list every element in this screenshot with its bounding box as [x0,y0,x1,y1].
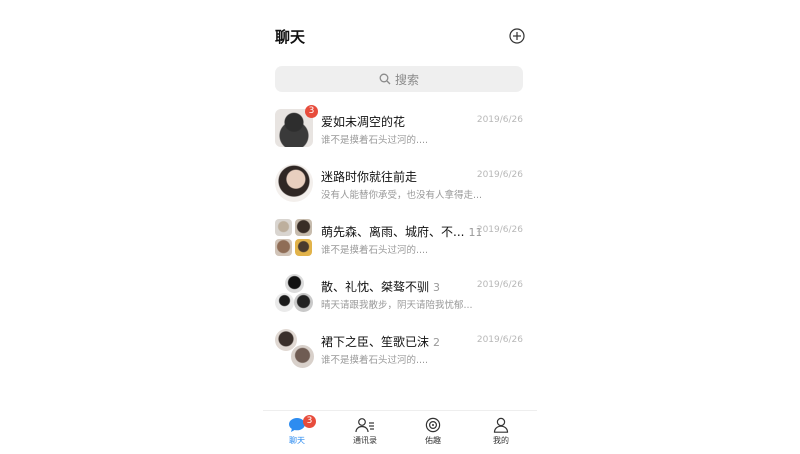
group-avatar [275,329,315,369]
chat-time: 2019/6/26 [476,225,523,235]
unread-badge: 3 [305,105,318,118]
chat-item[interactable]: 萌先森、离雨、城府、不... 11 谁不是摸着石头过河的.... 2019/6/2… [263,213,537,268]
avatar [275,164,313,202]
member-avatar [294,293,313,312]
search-icon [379,73,391,85]
member-avatar [290,344,315,369]
chat-list: 3 爱如未凋空的花 谁不是摸着石头过河的.... 2019/6/26 迷路时你就… [263,103,537,378]
tab-label: 佑趣 [425,436,441,445]
chat-time: 2019/6/26 [476,335,523,345]
tab-bar: 聊天 3 通讯录 佑趣 我的 [263,410,537,454]
chat-name: 裙下之臣、笙歌已沫 2 [321,333,440,350]
contacts-icon [355,418,374,433]
chat-time: 2019/6/26 [476,170,523,180]
chat-preview: 谁不是摸着石头过河的.... [321,135,429,146]
member-avatar [285,274,304,293]
tab-label: 我的 [493,436,509,445]
chat-item[interactable]: 裙下之臣、笙歌已沫 2 谁不是摸着石头过河的.... 2019/6/26 [263,323,537,378]
discover-icon [425,417,441,433]
tab-badge: 3 [303,415,316,428]
member-avatar [275,219,292,236]
group-avatar [275,274,313,312]
chat-name-text: 萌先森、离雨、城府、不... [321,225,465,239]
group-avatar [275,219,313,257]
chat-preview: 晴天请跟我散步，阴天请陪我忧郁... [321,300,473,311]
chat-name: 爱如未凋空的花 [321,115,406,129]
member-avatar [275,239,292,256]
chat-name-text: 裙下之臣、笙歌已沫 [321,335,430,349]
chat-time: 2019/6/26 [476,280,523,290]
chat-preview: 谁不是摸着石头过河的.... [321,355,429,366]
tab-profile[interactable]: 我的 [471,417,531,446]
chat-item[interactable]: 散、礼忱、桀骜不驯 3 晴天请跟我散步，阴天请陪我忧郁... 2019/6/26 [263,268,537,323]
chat-item[interactable]: 3 爱如未凋空的花 谁不是摸着石头过河的.... 2019/6/26 [263,103,537,158]
tab-chat[interactable]: 聊天 3 [267,415,327,446]
member-count: 2 [433,336,441,349]
search-bar[interactable]: 搜索 [275,66,523,92]
tab-discover[interactable]: 佑趣 [403,417,463,446]
chat-preview: 没有人能替你承受，也没有人拿得走... [321,190,481,201]
chat-name-text: 散、礼忱、桀骜不驯 [321,280,430,294]
chat-screen: 聊天 搜索 3 爱如未凋空的花 谁不是摸着石头过河的.... 2019/6/26… [263,0,537,453]
chat-item[interactable]: 迷路时你就往前走 没有人能替你承受，也没有人拿得走... 2019/6/26 [263,158,537,213]
search-label: 搜索 [394,72,419,87]
profile-icon [493,417,509,433]
chat-name: 萌先森、离雨、城府、不... 11 [321,223,481,240]
tab-contacts[interactable]: 通讯录 [335,417,395,446]
tab-label: 聊天 [289,436,305,445]
header: 聊天 [275,24,525,50]
chat-name: 散、礼忱、桀骜不驯 3 [321,278,440,295]
member-avatar [295,219,312,236]
plus-circle-icon[interactable] [509,28,525,44]
chat-time: 2019/6/26 [476,115,523,125]
chat-name: 迷路时你就往前走 [321,170,418,184]
member-avatar [275,293,294,312]
chat-preview: 谁不是摸着石头过河的.... [321,245,429,256]
member-count: 3 [433,281,441,294]
tab-label: 通讯录 [353,436,377,445]
member-avatar [295,239,312,256]
page-title: 聊天 [275,28,306,46]
